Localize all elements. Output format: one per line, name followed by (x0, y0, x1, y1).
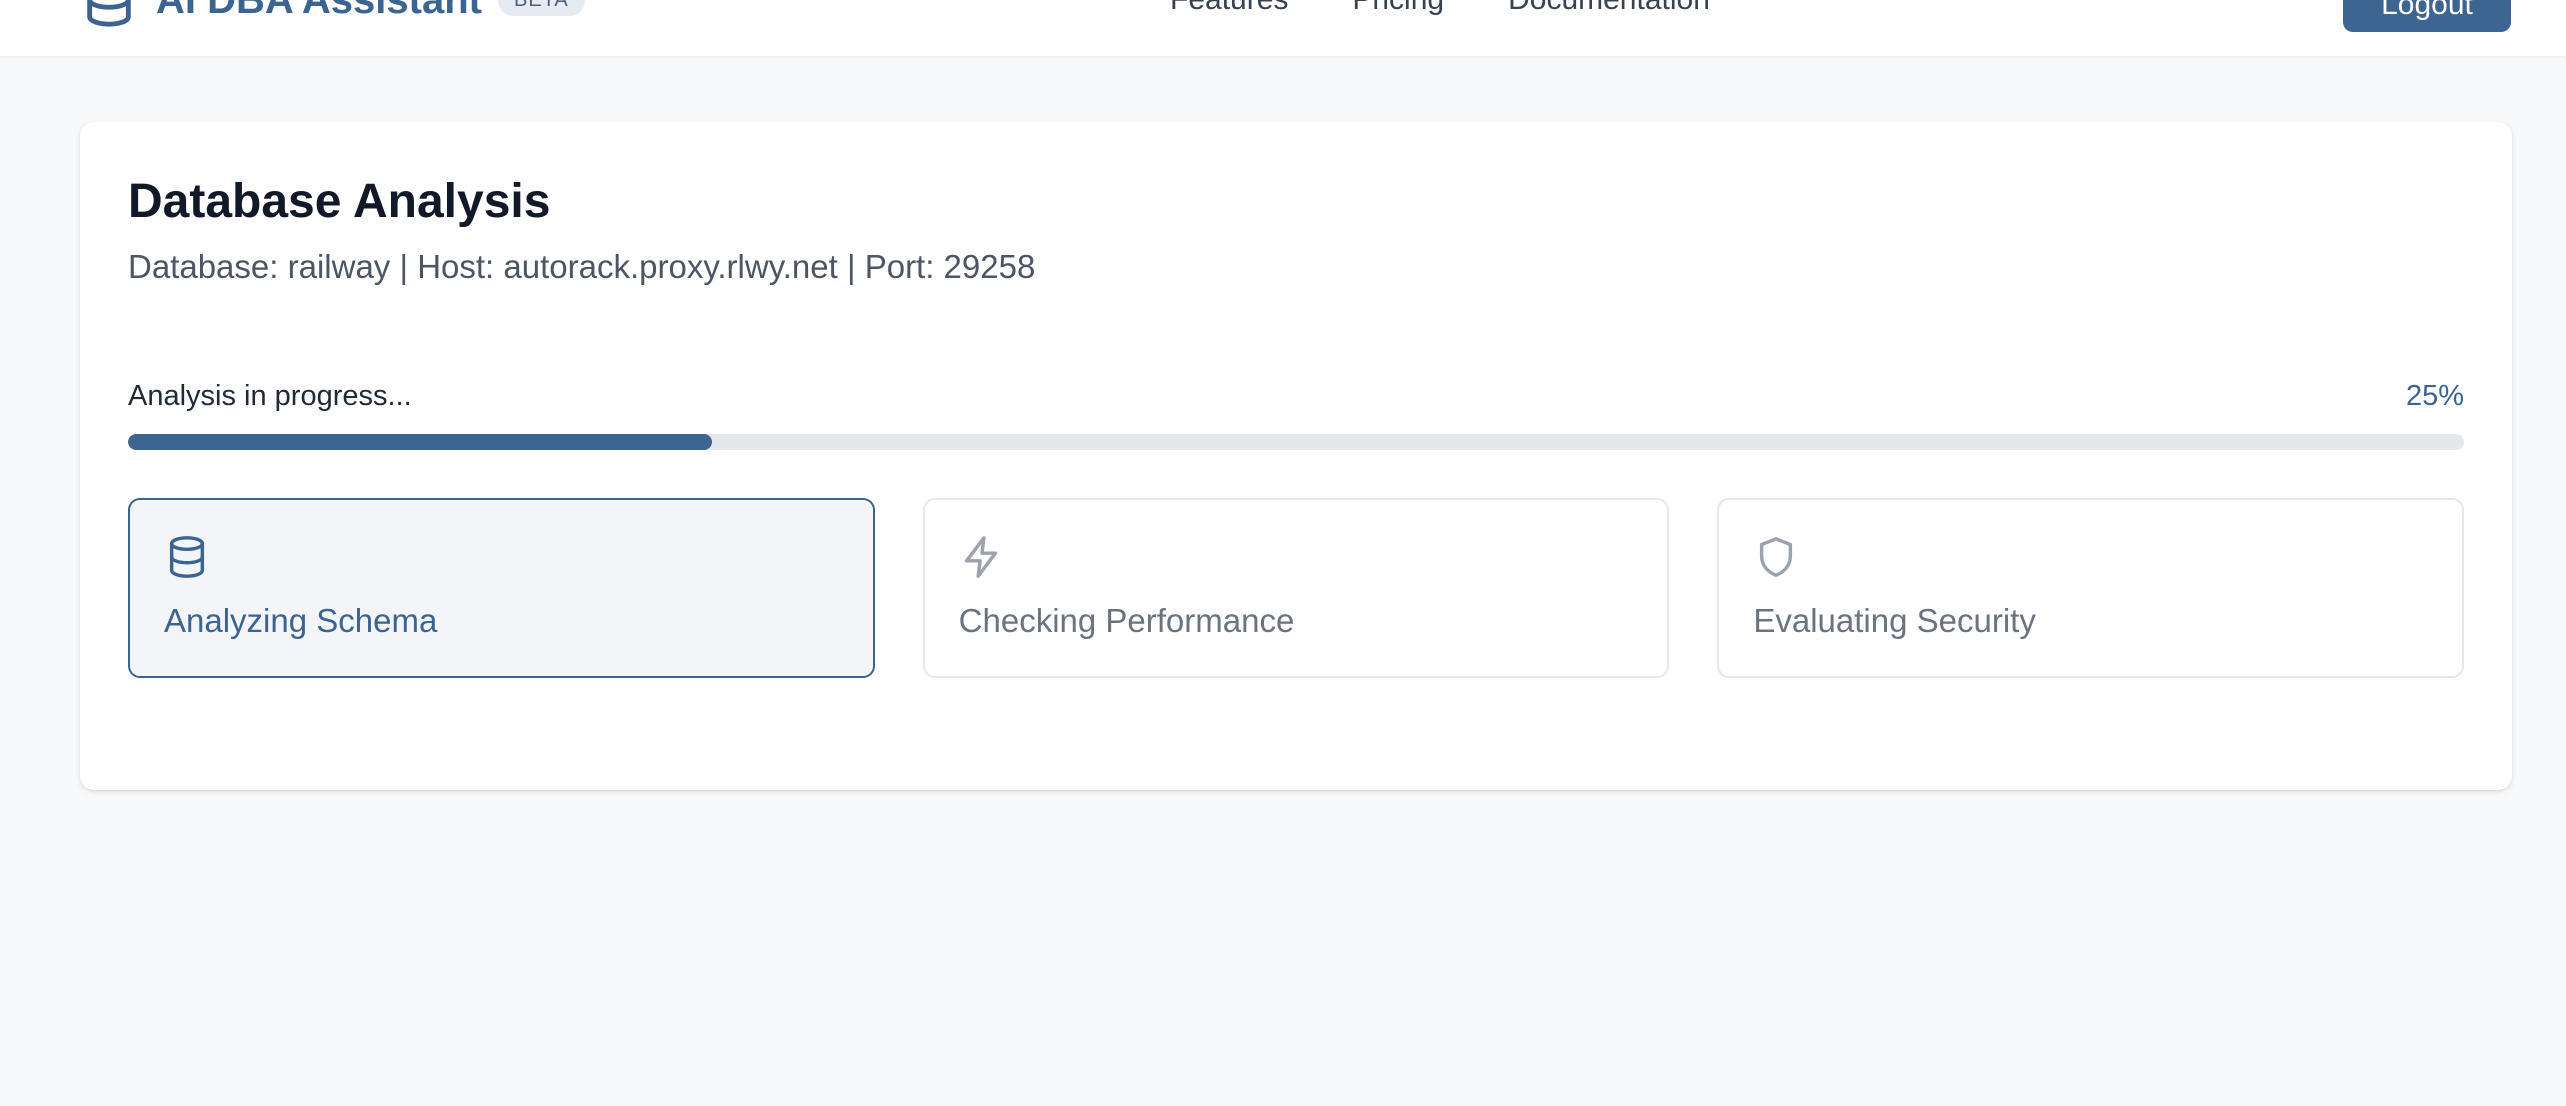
beta-badge: BETA (497, 0, 585, 16)
step-checking-performance: Checking Performance (922, 498, 1670, 678)
main-nav: Features Pricing Documentation (1170, 0, 1710, 30)
analysis-card: Database Analysis Database: railway | Ho… (80, 122, 2512, 790)
database-icon (164, 534, 210, 580)
step-analyzing-schema: Analyzing Schema (128, 498, 875, 678)
brand-logo-link[interactable]: AI DBA Assistant BETA (80, 0, 585, 30)
progress-status-text: Analysis in progress... (128, 380, 412, 412)
database-icon (80, 0, 138, 29)
step-evaluating-security: Evaluating Security (1717, 498, 2465, 678)
progress-bar-fill (128, 434, 712, 450)
shield-icon (1753, 534, 1799, 580)
nav-link-documentation[interactable]: Documentation (1508, 0, 1710, 17)
progress-bar (128, 434, 2464, 450)
lightning-icon (959, 534, 1005, 580)
nav-link-pricing[interactable]: Pricing (1352, 0, 1444, 17)
top-navigation-bar: AI DBA Assistant BETA Features Pricing D… (0, 0, 2566, 58)
page-title: Database Analysis (128, 175, 551, 228)
progress-percent: 25% (2405, 380, 2464, 412)
app-name: AI DBA Assistant (156, 0, 482, 23)
step-label: Evaluating Security (1753, 602, 2036, 639)
nav-link-features[interactable]: Features (1170, 0, 1288, 17)
analysis-steps: Analyzing Schema Checking Performance Ev… (128, 498, 2465, 678)
step-label: Checking Performance (958, 602, 1295, 639)
step-label: Analyzing Schema (164, 602, 438, 639)
logout-button[interactable]: Logout (2343, 0, 2511, 32)
connection-info: Database: railway | Host: autorack.proxy… (128, 248, 1036, 285)
